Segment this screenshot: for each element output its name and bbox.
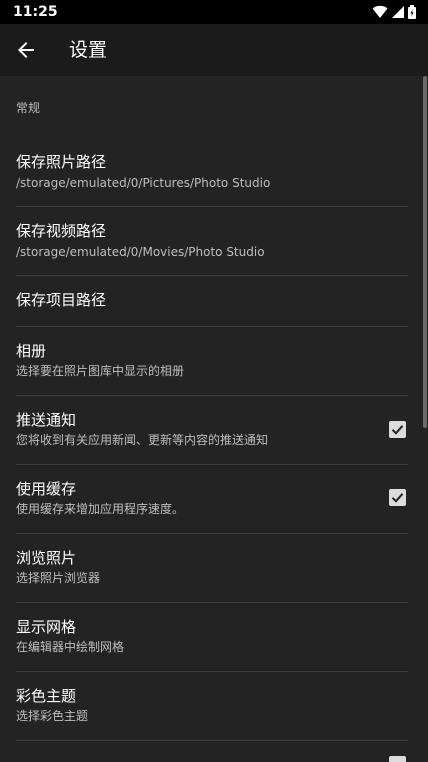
setting-title: 彩色主题 xyxy=(16,687,77,705)
divider xyxy=(16,602,408,603)
page-title: 设置 xyxy=(69,39,108,61)
setting-summary: /storage/emulated/0/Pictures/Photo Studi… xyxy=(16,176,271,190)
setting-title: 使用缓存 xyxy=(16,480,77,498)
wifi-icon xyxy=(372,5,388,18)
section-header: 常规 xyxy=(16,101,41,115)
settings-list: 常规 保存照片路径 /storage/emulated/0/Pictures/P… xyxy=(0,76,428,762)
setting-summary: 选择照片浏览器 xyxy=(16,571,101,585)
setting-summary: 选择要在照片图库中显示的相册 xyxy=(16,364,185,378)
checkmark-icon xyxy=(391,493,404,503)
setting-title: 浏览照片 xyxy=(16,549,77,567)
setting-summary: 选择彩色主题 xyxy=(16,709,89,723)
checkmark-icon xyxy=(391,425,404,435)
status-bar: 11:25 xyxy=(0,0,428,24)
setting-use-cache[interactable]: 使用缓存 使用缓存来增加应用程序速度。 xyxy=(0,467,408,531)
arrow-left-icon xyxy=(18,42,34,58)
push-notifications-checkbox[interactable] xyxy=(389,421,406,438)
status-icons xyxy=(372,4,416,20)
setting-title: 相册 xyxy=(16,342,47,360)
setting-browse-photos[interactable]: 浏览照片 选择照片浏览器 xyxy=(0,536,408,600)
setting-save-project-path[interactable]: 保存项目路径 xyxy=(0,276,408,326)
app-bar: 设置 xyxy=(0,24,428,76)
divider xyxy=(16,464,408,465)
setting-show-grid[interactable]: 显示网格 在编辑器中绘制网格 xyxy=(0,605,408,669)
divider xyxy=(16,326,408,327)
setting-title: 保存视频路径 xyxy=(16,222,107,240)
setting-save-photo-path[interactable]: 保存照片路径 /storage/emulated/0/Pictures/Phot… xyxy=(0,140,408,204)
status-time: 11:25 xyxy=(13,4,58,20)
divider xyxy=(16,395,408,396)
divider xyxy=(16,533,408,534)
next-setting-checkbox[interactable] xyxy=(389,756,406,762)
battery-icon xyxy=(408,5,416,19)
setting-summary: /storage/emulated/0/Movies/Photo Studio xyxy=(16,245,265,259)
setting-push-notifications[interactable]: 推送通知 您将收到有关应用新闻、更新等内容的推送通知 xyxy=(0,398,408,462)
use-cache-checkbox[interactable] xyxy=(389,489,406,506)
divider xyxy=(16,740,408,741)
setting-summary: 您将收到有关应用新闻、更新等内容的推送通知 xyxy=(16,433,269,447)
setting-title: 推送通知 xyxy=(16,411,77,429)
setting-albums[interactable]: 相册 选择要在照片图库中显示的相册 xyxy=(0,329,408,393)
setting-color-theme[interactable]: 彩色主题 选择彩色主题 xyxy=(0,674,408,738)
setting-title: 保存照片路径 xyxy=(16,153,107,171)
signal-icon xyxy=(392,6,404,18)
setting-title: 保存项目路径 xyxy=(16,291,107,309)
divider xyxy=(16,206,408,207)
setting-summary: 在编辑器中绘制网格 xyxy=(16,640,125,654)
setting-title: 显示网格 xyxy=(16,618,77,636)
setting-summary: 使用缓存来增加应用程序速度。 xyxy=(16,502,185,516)
scrollbar[interactable] xyxy=(423,76,427,428)
divider xyxy=(16,671,408,672)
setting-save-video-path[interactable]: 保存视频路径 /storage/emulated/0/Movies/Photo … xyxy=(0,209,408,273)
back-button[interactable] xyxy=(14,38,38,62)
